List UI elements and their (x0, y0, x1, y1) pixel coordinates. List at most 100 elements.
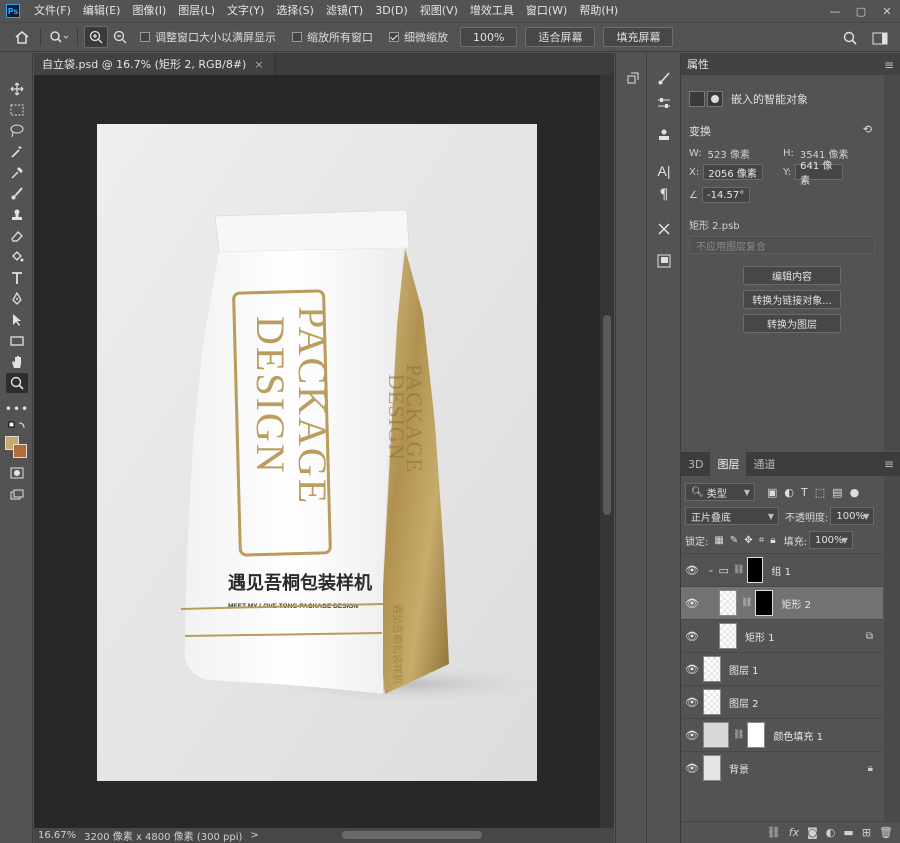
document-tab[interactable]: 自立袋.psd @ 16.7% (矩形 2, RGB/8#) × (34, 53, 275, 75)
status-zoom[interactable]: 16.67% (38, 830, 76, 841)
lock-transparent-icon[interactable]: ▦ (714, 535, 723, 546)
brush-tool-icon[interactable] (6, 184, 28, 204)
more-tools-icon[interactable]: ••• (5, 399, 28, 419)
menu-image[interactable]: 图像(I) (126, 0, 172, 22)
adjustments-panel-icon[interactable] (654, 93, 674, 113)
zoom-100-button[interactable]: 100% (460, 27, 518, 47)
fx-icon[interactable]: fx (789, 826, 799, 839)
layer-comp-select[interactable]: 不应用图层复合 (689, 236, 875, 254)
brushes-panel-icon[interactable] (654, 69, 674, 89)
lasso-tool-icon[interactable] (6, 121, 28, 141)
panel-menu-icon[interactable]: ≡ (884, 58, 894, 72)
path-selection-tool-icon[interactable] (6, 310, 28, 330)
menu-layer[interactable]: 图层(L) (172, 0, 221, 22)
layer-row-group-1[interactable]: 👁︎ ⌄ ▭ ⛓︎ 组 1 (681, 553, 883, 586)
vertical-scrollbar[interactable] (600, 75, 614, 833)
layer-thumbnail[interactable] (703, 656, 721, 682)
tab-3d[interactable]: 3D (681, 452, 710, 476)
lock-pixels-icon[interactable]: ✎ (730, 535, 738, 546)
resize-windows-checkbox[interactable]: 调整窗口大小以满屏显示 (140, 29, 276, 45)
layer-thumbnail[interactable] (703, 755, 721, 781)
type-tool-icon[interactable] (6, 268, 28, 288)
convert-to-linked-button[interactable]: 转换为链接对象... (743, 290, 841, 309)
minimize-button[interactable]: — (822, 0, 848, 22)
adjustment-icon[interactable]: ◐ (826, 826, 836, 839)
workspace-icon[interactable] (868, 27, 892, 49)
edit-contents-button[interactable]: 编辑内容 (743, 266, 841, 285)
menu-select[interactable]: 选择(S) (270, 0, 320, 22)
lock-position-icon[interactable]: ✥ (744, 535, 752, 546)
layers-scrollbar[interactable] (884, 476, 900, 821)
menu-type[interactable]: 文字(Y) (221, 0, 270, 22)
properties-scrollbar[interactable] (884, 75, 900, 451)
zoom-tool-icon[interactable] (6, 373, 28, 393)
convert-to-layers-button[interactable]: 转换为图层 (743, 314, 841, 333)
fill-color-thumbnail[interactable] (703, 722, 729, 748)
layer-row-layer-2[interactable]: 👁︎ 图层 2 (681, 685, 883, 718)
zoom-all-windows-checkbox[interactable]: 缩放所有窗口 (292, 29, 373, 45)
marquee-tool-icon[interactable] (6, 100, 28, 120)
link-icon[interactable]: ⛓︎ (767, 826, 781, 839)
menu-file[interactable]: 文件(F) (28, 0, 77, 22)
layer-mask-thumbnail[interactable] (755, 590, 774, 616)
swap-colors-icon[interactable] (6, 419, 28, 433)
tab-channels[interactable]: 通道 (746, 452, 782, 476)
layer-mask-thumbnail[interactable] (747, 557, 764, 583)
lock-icon[interactable]: 🔒︎ (868, 763, 873, 774)
filter-kind-select[interactable]: 🔍︎ 类型 ▼ (685, 483, 755, 501)
lock-artboard-icon[interactable]: ⌗ (759, 535, 765, 546)
close-tab-icon[interactable]: × (254, 58, 263, 71)
visibility-eye-icon[interactable]: 👁︎ (681, 597, 703, 610)
layer-thumbnail[interactable] (719, 590, 737, 616)
eyedropper-tool-icon[interactable] (6, 163, 28, 183)
properties-title[interactable]: 属性 (687, 56, 709, 72)
quick-mask-icon[interactable] (6, 463, 28, 483)
vertical-scroll-thumb[interactable] (603, 315, 611, 515)
visibility-eye-icon[interactable]: 👁︎ (681, 564, 703, 577)
y-input[interactable]: 641 像素 (795, 161, 844, 187)
stamp-tool-icon[interactable] (6, 205, 28, 225)
reset-transform-icon[interactable]: ⟲ (863, 123, 872, 136)
layer-row-layer-1[interactable]: 👁︎ 图层 1 (681, 652, 883, 685)
layer-mask-thumbnail[interactable] (747, 722, 766, 748)
visibility-eye-icon[interactable]: 👁︎ (681, 630, 703, 643)
zoom-in-icon[interactable] (84, 26, 108, 48)
status-arrow[interactable]: > (250, 830, 258, 841)
move-tool-icon[interactable] (6, 79, 28, 99)
eraser-tool-icon[interactable] (6, 226, 28, 246)
horizontal-scroll-thumb[interactable] (342, 831, 482, 839)
layer-thumbnail[interactable] (719, 623, 737, 649)
layers-panel-menu-icon[interactable]: ≡ (884, 457, 894, 471)
filter-type-icon[interactable]: T (801, 486, 808, 499)
hand-tool-icon[interactable] (6, 352, 28, 372)
menu-edit[interactable]: 编辑(E) (77, 0, 127, 22)
menu-view[interactable]: 视图(V) (414, 0, 464, 22)
filter-adjustment-icon[interactable]: ◐ (784, 486, 794, 499)
navigator-panel-icon[interactable] (654, 251, 674, 271)
visibility-eye-icon[interactable]: 👁︎ (681, 762, 703, 775)
fill-input[interactable]: 100% ▼ (808, 531, 853, 549)
layer-row-color-fill-1[interactable]: 👁︎ ⛓︎ 颜色填充 1 (681, 718, 883, 751)
pen-tool-icon[interactable] (6, 289, 28, 309)
canvas[interactable]: PACKAGE DESIGN 遇见吾桐包装样机 MEET MY LOVE TON… (97, 124, 537, 781)
paint-bucket-tool-icon[interactable] (6, 247, 28, 267)
fill-screen-button[interactable]: 填充屏幕 (603, 27, 674, 47)
maximize-button[interactable]: ▢ (848, 0, 874, 22)
paragraph-panel-icon[interactable]: ¶ (654, 185, 674, 205)
visibility-eye-icon[interactable]: 👁︎ (681, 663, 703, 676)
layer-row-background[interactable]: 👁︎ 背景 🔒︎ (681, 751, 883, 784)
lock-all-icon[interactable]: 🔒︎ (770, 535, 775, 546)
character-panel-icon[interactable]: A| (654, 161, 674, 181)
background-color-swatch[interactable] (13, 444, 27, 458)
menu-plugins[interactable]: 增效工具 (464, 0, 520, 22)
blend-mode-select[interactable]: 正片叠底 ▼ (685, 507, 779, 525)
screen-mode-icon[interactable] (6, 485, 28, 505)
filter-toggle-icon[interactable]: ● (850, 486, 860, 499)
menu-help[interactable]: 帮助(H) (573, 0, 624, 22)
angle-input[interactable]: -14.57° (701, 187, 750, 203)
menu-filter[interactable]: 滤镜(T) (320, 0, 369, 22)
tab-layers[interactable]: 图层 (710, 452, 747, 476)
layer-thumbnail[interactable] (703, 689, 721, 715)
new-layer-icon[interactable]: ⊞ (862, 826, 871, 839)
w-value[interactable]: 523 像素 (708, 146, 750, 161)
